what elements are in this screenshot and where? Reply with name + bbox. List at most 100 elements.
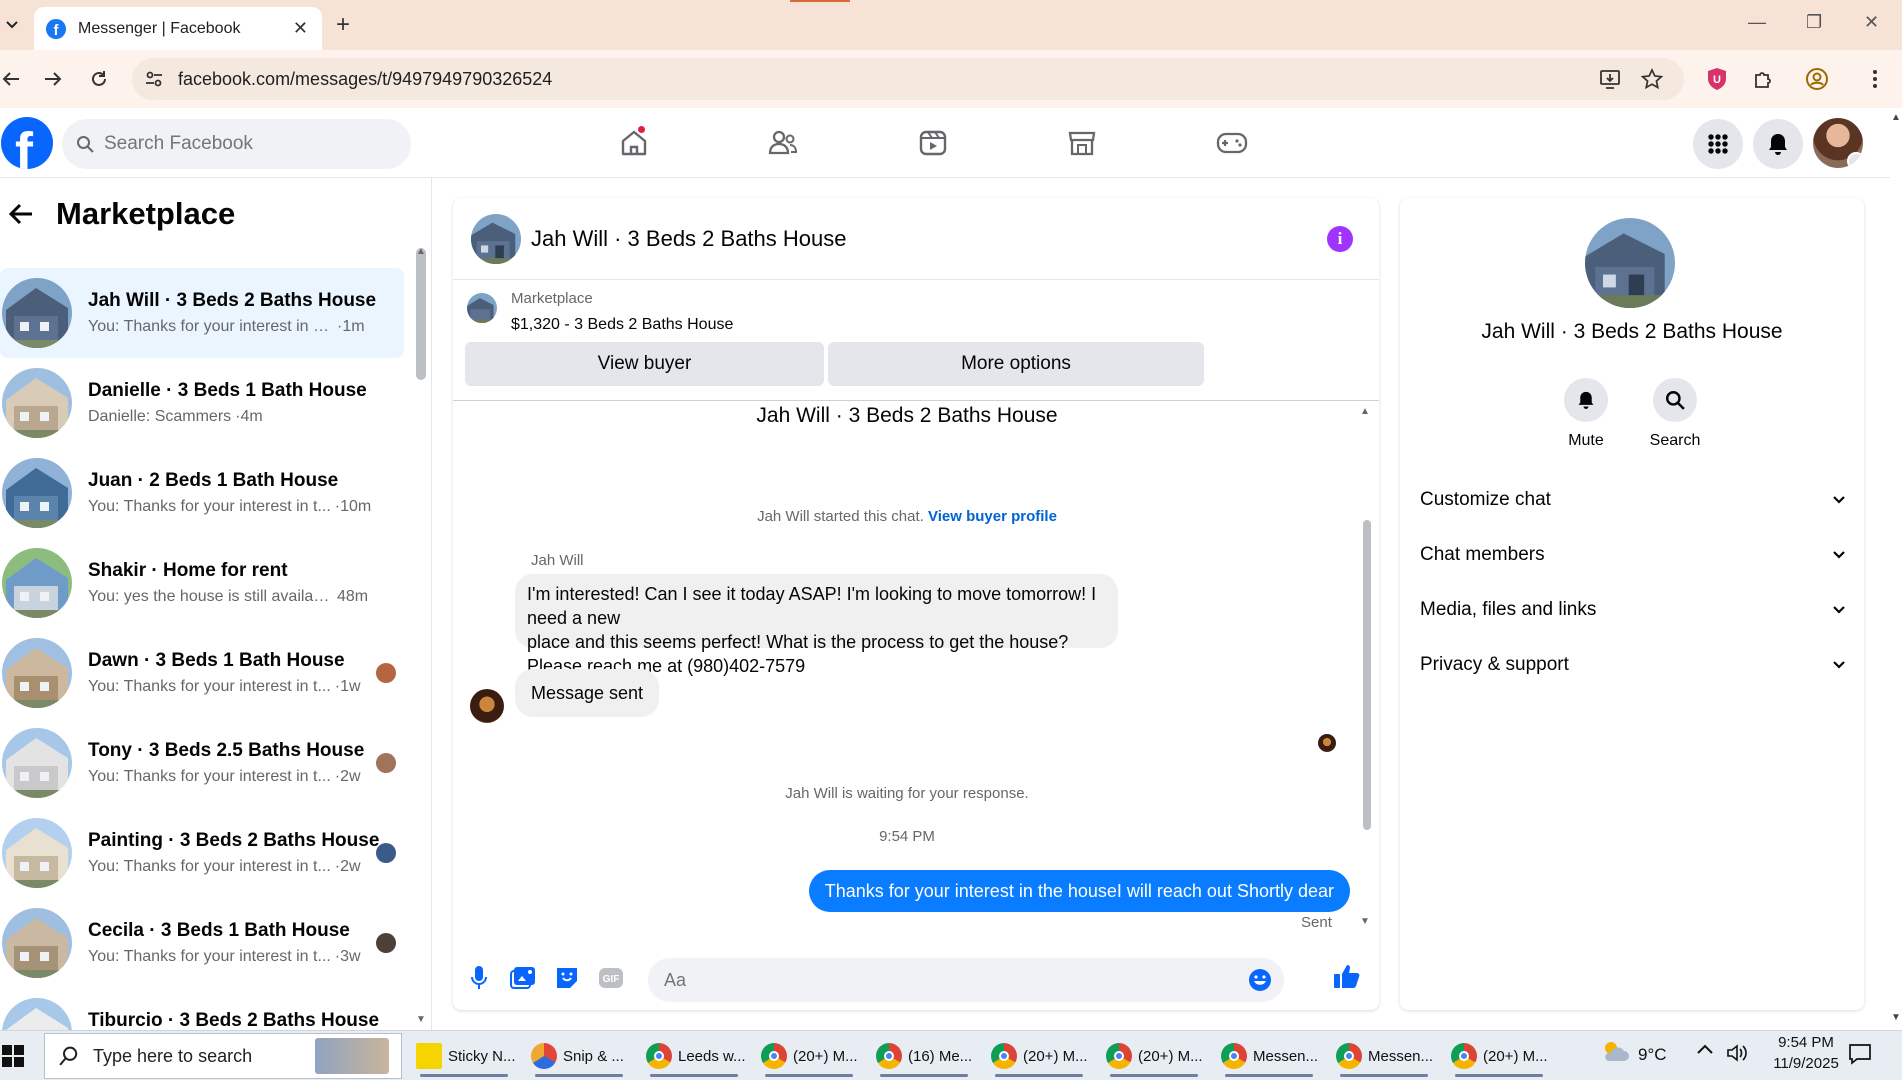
chat-scrollbar[interactable] xyxy=(1363,520,1371,830)
chat-header-avatar[interactable] xyxy=(471,213,521,264)
page-scroll-up-icon[interactable]: ▲ xyxy=(1891,112,1901,123)
weather-icon[interactable] xyxy=(1600,1037,1630,1067)
taskbar-app-button[interactable]: (20+) M... xyxy=(1445,1035,1553,1077)
back-arrow-icon[interactable] xyxy=(8,202,34,226)
conversation-info-icon[interactable]: i xyxy=(1327,226,1353,252)
conversation-item[interactable]: Shakir · Home for rent You: yes the house… xyxy=(0,538,404,628)
clock[interactable]: 9:54 PM 11/9/2025 xyxy=(1766,1034,1846,1072)
emoji-icon[interactable] xyxy=(1248,968,1272,992)
details-avatar[interactable] xyxy=(1585,218,1675,308)
notifications-bell-icon[interactable] xyxy=(1753,119,1803,169)
notification-center-icon[interactable] xyxy=(1848,1043,1872,1065)
message-sent-bubble[interactable]: Message sent xyxy=(515,669,660,717)
privacy-support-section[interactable]: Privacy & support xyxy=(1420,645,1846,685)
section-title: Privacy & support xyxy=(1420,654,1569,675)
site-settings-icon[interactable] xyxy=(142,67,166,91)
conversation-avatar xyxy=(2,908,72,978)
minimize-icon[interactable]: — xyxy=(1748,12,1766,33)
back-arrow-icon[interactable] xyxy=(0,66,24,92)
scroll-down-arrow-icon[interactable]: ▼ xyxy=(416,1014,426,1025)
taskbar-app-label: Snip & ... xyxy=(563,1047,624,1065)
conversation-item[interactable]: Cecila · 3 Beds 1 Bath House You: Thanks … xyxy=(0,898,404,988)
new-tab-button[interactable]: + xyxy=(336,13,350,37)
chat-scroll-down-icon[interactable]: ▼ xyxy=(1360,916,1370,927)
scroll-up-arrow-icon[interactable]: ▲ xyxy=(416,246,426,257)
photo-attach-icon[interactable] xyxy=(509,964,537,992)
gaming-nav-icon[interactable] xyxy=(1207,118,1257,168)
chat-header-title[interactable]: Jah Will · 3 Beds 2 Baths House xyxy=(531,226,846,252)
microphone-icon[interactable] xyxy=(465,964,493,992)
mute-action[interactable]: Mute xyxy=(1541,378,1631,450)
forward-arrow-icon[interactable] xyxy=(40,66,66,92)
home-nav-icon[interactable] xyxy=(609,118,659,168)
facebook-logo-icon[interactable]: f xyxy=(1,117,53,169)
message-input-box[interactable] xyxy=(648,958,1284,1002)
chat-members-section[interactable]: Chat members xyxy=(1420,535,1846,575)
conversation-item[interactable]: Tony · 3 Beds 2.5 Baths House You: Thanks… xyxy=(0,718,404,808)
friends-nav-icon[interactable] xyxy=(758,118,808,168)
marketplace-heading: Marketplace xyxy=(56,196,236,231)
profile-icon[interactable] xyxy=(1804,66,1830,92)
extensions-puzzle-icon[interactable] xyxy=(1750,66,1776,92)
volume-icon[interactable] xyxy=(1726,1043,1748,1063)
search-action[interactable]: Search xyxy=(1630,378,1720,450)
gif-icon[interactable]: GIF xyxy=(597,964,625,992)
tab-close-icon[interactable]: ✕ xyxy=(293,18,308,39)
media-files-links-section[interactable]: Media, files and links xyxy=(1420,590,1846,630)
sender-avatar[interactable] xyxy=(470,689,504,723)
ublock-extension-icon[interactable]: U xyxy=(1704,66,1730,92)
taskbar-app-button[interactable]: Messen... xyxy=(1330,1035,1438,1077)
taskbar-app-button[interactable]: Leeds w... xyxy=(640,1035,748,1077)
page-scroll-down-icon[interactable]: ▼ xyxy=(1891,1012,1901,1023)
search-input[interactable] xyxy=(104,133,384,155)
browser-tab-messenger[interactable]: f Messenger | Facebook ✕ xyxy=(34,7,322,50)
view-buyer-button[interactable]: View buyer xyxy=(465,342,824,386)
install-app-icon[interactable] xyxy=(1598,67,1622,91)
taskbar-search-box[interactable]: Type here to search xyxy=(44,1033,402,1079)
facebook-search[interactable] xyxy=(62,119,411,169)
taskbar-app-button[interactable]: (20+) M... xyxy=(755,1035,863,1077)
taskbar-app-button[interactable]: (16) Me... xyxy=(870,1035,978,1077)
temperature[interactable]: 9°C xyxy=(1638,1045,1667,1065)
conversation-item[interactable]: Danielle · 3 Beds 1 Bath House Danielle: … xyxy=(0,358,404,448)
taskbar-app-button[interactable]: Snip & ... xyxy=(525,1035,633,1077)
tray-chevron-up-icon[interactable] xyxy=(1696,1043,1714,1055)
conversation-time: ·2w xyxy=(334,768,361,785)
marketplace-nav-icon[interactable] xyxy=(1057,118,1107,168)
conversation-item[interactable]: Jah Will · 3 Beds 2 Baths House You: Than… xyxy=(0,268,404,358)
more-options-button[interactable]: More options xyxy=(828,342,1204,386)
restore-icon[interactable]: ❐ xyxy=(1806,12,1822,33)
conversation-item[interactable]: Dawn · 3 Beds 1 Bath House You: Thanks fo… xyxy=(0,628,404,718)
taskbar-app-button[interactable]: Messen... xyxy=(1215,1035,1323,1077)
outgoing-message-bubble[interactable]: Thanks for your interest in the houseI w… xyxy=(808,870,1350,912)
windows-start-icon[interactable] xyxy=(2,1045,24,1067)
page-scrollbar[interactable]: ▲ ▼ xyxy=(1890,108,1902,1030)
bookmark-star-icon[interactable] xyxy=(1640,67,1664,91)
tab-list-chevron-icon[interactable] xyxy=(0,12,24,36)
view-buyer-profile-link[interactable]: View buyer profile xyxy=(928,508,1057,525)
like-thumb-icon[interactable] xyxy=(1333,962,1361,990)
conversation-item[interactable]: Painting · 3 Beds 2 Baths House You: Than… xyxy=(0,808,404,898)
chat-scroll-up-icon[interactable]: ▲ xyxy=(1360,406,1370,417)
address-bar[interactable]: facebook.com/messages/t/9497949790326524 xyxy=(132,58,1684,100)
conversation-item[interactable]: Juan · 2 Beds 1 Bath House You: Thanks fo… xyxy=(0,448,404,538)
mute-bell-icon[interactable] xyxy=(1564,378,1608,422)
browser-menu-icon[interactable] xyxy=(1862,66,1888,92)
video-nav-icon[interactable] xyxy=(908,118,958,168)
taskbar-app-button[interactable]: Sticky N... xyxy=(410,1035,518,1077)
taskbar-app-button[interactable]: (20+) M... xyxy=(1100,1035,1208,1077)
search-icon[interactable] xyxy=(1653,378,1697,422)
browser-tab-bar: f Messenger | Facebook ✕ + — ❐ ✕ xyxy=(0,0,1902,50)
customize-chat-section[interactable]: Customize chat xyxy=(1420,480,1846,520)
conversation-list-scrollbar[interactable] xyxy=(416,248,426,380)
taskbar-app-button[interactable]: (20+) M... xyxy=(985,1035,1093,1077)
window-close-icon[interactable]: ✕ xyxy=(1864,12,1879,33)
incoming-message-bubble[interactable]: I'm interested! Can I see it today ASAP!… xyxy=(515,574,1118,676)
message-input[interactable] xyxy=(664,969,1204,991)
menu-grid-icon[interactable] xyxy=(1693,119,1743,169)
reload-icon[interactable] xyxy=(86,66,112,92)
account-avatar[interactable]: ⌄ xyxy=(1813,118,1863,168)
conversation-avatar xyxy=(2,458,72,528)
sticker-icon[interactable] xyxy=(553,964,581,992)
listing-summary[interactable]: Marketplace $1,320 - 3 Beds 2 Baths Hous… xyxy=(467,290,733,334)
